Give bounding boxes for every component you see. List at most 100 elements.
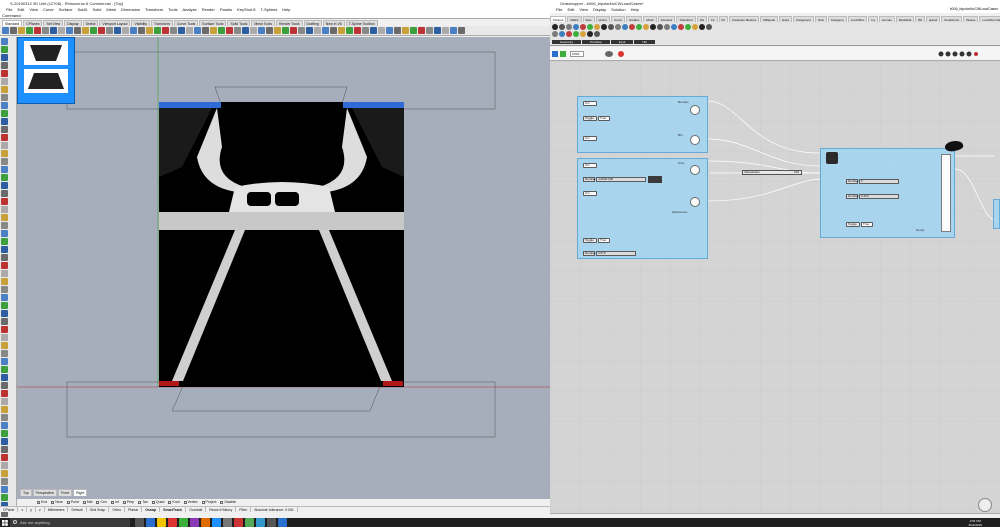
status-z[interactable]: z <box>36 507 45 512</box>
resolution-slider[interactable]: nResolution 100 <box>742 170 802 175</box>
status-gumball[interactable]: Gumball <box>186 507 207 512</box>
taskbar-app-icon[interactable] <box>245 518 254 527</box>
zoom-field[interactable]: 100% <box>570 51 584 57</box>
osnap-checkbox[interactable] <box>51 500 55 504</box>
component-icon[interactable] <box>594 24 600 30</box>
component-icon[interactable] <box>643 24 649 30</box>
toolbar-tool-icon[interactable] <box>98 27 105 34</box>
crv-param-3[interactable]: Crv <box>583 163 597 168</box>
toolbar-tool-icon[interactable] <box>170 27 177 34</box>
layer-preview-panel[interactable] <box>17 37 75 104</box>
status-millimeters[interactable]: Millimeters <box>45 507 69 512</box>
status-filter[interactable]: Filter <box>236 507 252 512</box>
taskbar-app-icon[interactable] <box>179 518 188 527</box>
taskbar-app-icon[interactable] <box>256 518 265 527</box>
taskbar-app-icon[interactable] <box>223 518 232 527</box>
tool-icon[interactable] <box>1 222 8 229</box>
taskbar-search[interactable]: Ask me anything <box>10 518 130 527</box>
taskbar-app-icon[interactable] <box>168 518 177 527</box>
tool-icon[interactable] <box>1 278 8 285</box>
osnap-end[interactable]: End <box>37 499 47 505</box>
toolbar-tool-icon[interactable] <box>354 27 361 34</box>
tool-icon[interactable] <box>1 150 8 157</box>
tool-icon[interactable] <box>1 118 8 125</box>
tool-icon[interactable] <box>1 102 8 109</box>
component-icon[interactable] <box>573 31 579 37</box>
component-icon[interactable] <box>692 24 698 30</box>
panel-group-geometry[interactable]: Geometry <box>552 40 582 44</box>
tool-icon[interactable] <box>1 318 8 325</box>
toolbar-tool-icon[interactable] <box>330 27 337 34</box>
osnap-checkbox[interactable] <box>220 500 224 504</box>
toolbar-tool-icon[interactable] <box>218 27 225 34</box>
toolbar-tool-icon[interactable] <box>18 27 25 34</box>
toggle-param-2[interactable]: Toggle <box>583 238 597 243</box>
taskbar-app-icon[interactable] <box>157 518 166 527</box>
osnap-checkbox[interactable] <box>110 500 114 504</box>
toolbar-tool-icon[interactable] <box>106 27 113 34</box>
toolbar-tool-icon[interactable] <box>50 27 57 34</box>
component-icon[interactable] <box>580 24 586 30</box>
osnap-mid[interactable]: Mid <box>82 499 92 505</box>
tool-icon[interactable] <box>1 374 8 381</box>
component-icon[interactable] <box>580 31 586 37</box>
tool-icon[interactable] <box>1 142 8 149</box>
toolbar-tool-icon[interactable] <box>402 27 409 34</box>
tool-icon[interactable] <box>1 350 8 357</box>
tool-icon[interactable] <box>1 270 8 277</box>
offscreen-node[interactable] <box>993 199 1000 229</box>
tool-icon[interactable] <box>1 406 8 413</box>
number-slider-label-3[interactable]: Number <box>846 179 859 184</box>
clock[interactable]: 2:51 PM 6/14/2019 <box>969 519 982 527</box>
toolbar-tool-icon[interactable] <box>58 27 65 34</box>
toolbar-tool-icon[interactable] <box>202 27 209 34</box>
component-icon[interactable] <box>650 24 656 30</box>
osnap-cen[interactable]: Cen <box>96 499 107 505</box>
tool-icon[interactable] <box>1 438 8 445</box>
osnap-disable[interactable]: Disable <box>220 499 236 505</box>
tool-icon[interactable] <box>1 190 8 197</box>
status-absolute-tolerance-0-001[interactable]: Absolute tolerance: 0.001 <box>251 507 298 512</box>
status-record-history[interactable]: Record History <box>206 507 237 512</box>
component-icon[interactable] <box>664 24 670 30</box>
topopt-component[interactable] <box>941 154 951 232</box>
viewport-tab-top[interactable]: Top <box>20 489 32 496</box>
multiply-component[interactable] <box>648 176 662 183</box>
toggle-param-1[interactable]: Toggle <box>583 116 597 121</box>
toolbar-tool-icon[interactable] <box>450 27 457 34</box>
toolbar-tool-icon[interactable] <box>266 27 273 34</box>
osnap-checkbox[interactable] <box>66 500 70 504</box>
toolbar-tool-icon[interactable] <box>314 27 321 34</box>
preview-thumbnail-1[interactable] <box>24 41 68 65</box>
bake-icon[interactable] <box>618 51 624 57</box>
tool-icon[interactable] <box>1 238 8 245</box>
component-icon[interactable] <box>706 24 712 30</box>
tool-icon[interactable] <box>1 294 8 301</box>
toolbar-tool-icon[interactable] <box>418 27 425 34</box>
tool-icon[interactable] <box>1 462 8 469</box>
tool-icon[interactable] <box>1 446 8 453</box>
number-slider-2[interactable]: 0.570 <box>596 251 636 256</box>
toggle-value-3[interactable]: True <box>861 222 873 227</box>
status-grid-snap[interactable]: Grid Snap <box>87 507 110 512</box>
tool-icon[interactable] <box>1 78 8 85</box>
osnap-checkbox[interactable] <box>138 500 142 504</box>
toolbar-tool-icon[interactable] <box>194 27 201 34</box>
taskbar-app-icon[interactable] <box>146 518 155 527</box>
tool-icon[interactable] <box>1 198 8 205</box>
tool-icon[interactable] <box>1 454 8 461</box>
toolbar-tool-icon[interactable] <box>426 27 433 34</box>
toolbar-tool-icon[interactable] <box>234 27 241 34</box>
toolbar-tool-icon[interactable] <box>26 27 33 34</box>
osnap-checkbox[interactable] <box>183 500 187 504</box>
tool-icon[interactable] <box>1 54 8 61</box>
tool-icon[interactable] <box>1 46 8 53</box>
viewport-tab-right[interactable]: Right <box>73 489 88 496</box>
panel-group-util[interactable]: Util <box>634 40 655 44</box>
component-icon[interactable] <box>685 24 691 30</box>
osnap-checkbox[interactable] <box>96 500 100 504</box>
component-icon[interactable] <box>552 24 558 30</box>
tool-icon[interactable] <box>1 182 8 189</box>
gh-menu-item-display[interactable]: Display <box>593 7 606 13</box>
toolbar-tool-icon[interactable] <box>410 27 417 34</box>
